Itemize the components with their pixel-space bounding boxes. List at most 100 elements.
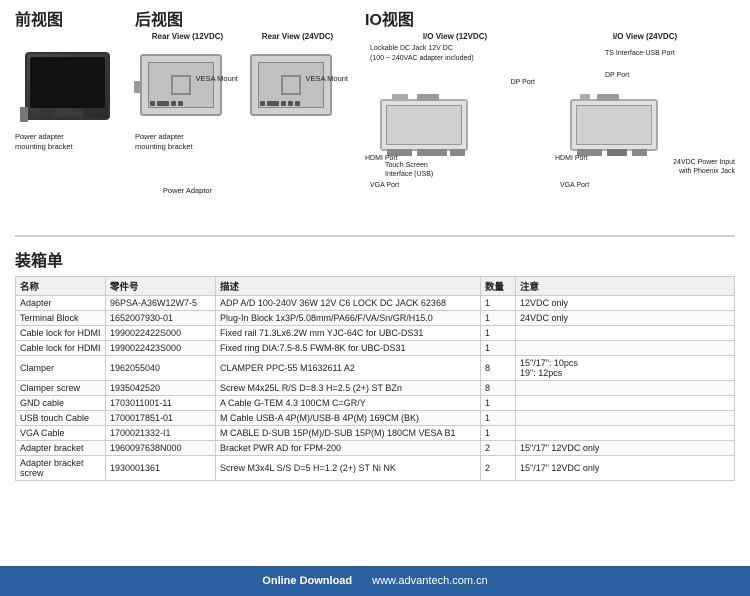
power-adaptor-label: Power Adaptor — [135, 186, 240, 195]
table-cell: Plug-In Block 1x3P/5.08mm/PA66/F/VA/Sn/G… — [216, 311, 481, 326]
vga-port-24-label: VGA Port — [560, 182, 589, 189]
table-cell: Screw M4x25L R/S D=8.3 H=2.5 (2+) ST BZn — [216, 381, 481, 396]
table-cell: Bracket PWR AD for FPM-200 — [216, 441, 481, 456]
table-cell: 1 — [481, 296, 516, 311]
table-cell: VGA Cable — [16, 426, 106, 441]
table-cell: 1 — [481, 396, 516, 411]
col-qty: 数量 — [481, 277, 516, 296]
io-device-body-12vdc — [380, 99, 468, 151]
io-24vdc-diagram: TS Interface-USB Port DP Port HDMI Port … — [555, 44, 735, 194]
table-row: Adapter bracket screw1930001361Screw M3x… — [16, 456, 735, 481]
io-device-body-24vdc — [570, 99, 658, 151]
touch-port-12vdc — [417, 149, 447, 156]
col-part: 零件号 — [106, 277, 216, 296]
table-cell: Cable lock for HDMI — [16, 341, 106, 356]
table-cell: Fixed rail 71.3Lx6.2W mm YJC-64C for UBC… — [216, 326, 481, 341]
touch-screen-label: Touch Screen Interface (USB) — [385, 161, 433, 179]
port-dot2 — [171, 101, 176, 106]
table-cell: Adapter — [16, 296, 106, 311]
vga-port-24vdc — [632, 149, 647, 156]
dp-port-24vdc — [597, 94, 619, 101]
front-view-diagram: Power adapter mounting bracket — [15, 32, 130, 212]
table-cell: 1703011001-11 — [106, 396, 216, 411]
io-device-12vdc — [380, 99, 468, 151]
table-cell: M CABLE D-SUB 15P(M)/D-SUB 15P(M) 180CM … — [216, 426, 481, 441]
section-divider — [15, 235, 735, 237]
table-cell: Clamper — [16, 356, 106, 381]
bracket-arm-left — [134, 81, 142, 93]
table-row: Terminal Block1652007930-01Plug-In Block… — [16, 311, 735, 326]
table-cell: 24VDC only — [516, 311, 735, 326]
power-adapter-mounting-label: Power adapter mounting bracket — [135, 132, 193, 152]
io-device-24vdc — [570, 99, 658, 151]
front-device — [25, 52, 110, 120]
front-view-column: 前视图 Power adapter mounting bracket — [15, 6, 130, 226]
table-cell: GND cable — [16, 396, 106, 411]
table-cell: Adapter bracket screw — [16, 456, 106, 481]
packing-table: 名称 零件号 描述 数量 注意 Adapter96PSA-A36W12W7-5A… — [15, 276, 735, 481]
table-cell: Adapter bracket — [16, 441, 106, 456]
table-cell — [516, 326, 735, 341]
io-12vdc-diagram: Lockable DC Jack 12V DC (100 ~ 240VAC ad… — [365, 44, 545, 194]
rear-24vdc-device — [250, 54, 332, 116]
table-cell: 2 — [481, 456, 516, 481]
table-cell: Fixed ring DIA:7.5-8.5 FWM-8K for UBC-DS… — [216, 341, 481, 356]
vga-port-12vdc — [450, 149, 465, 156]
table-cell — [516, 396, 735, 411]
port-d1 — [260, 101, 265, 106]
table-cell: 1935042520 — [106, 381, 216, 396]
table-header: 名称 零件号 描述 数量 注意 — [16, 277, 735, 296]
rear-24vdc-title: Rear View (24VDC) — [245, 32, 350, 41]
io-12vdc-title: I/O View (12VDC) — [365, 32, 545, 41]
table-row: Clamper screw1935042520Screw M4x25L R/S … — [16, 381, 735, 396]
header-row: 名称 零件号 描述 数量 注意 — [16, 277, 735, 296]
ts-port-24vdc — [580, 94, 590, 101]
table-row: Cable lock for HDMI1990022423S000Fixed r… — [16, 341, 735, 356]
table-row: GND cable1703011001-11A Cable G-TEM 4.3 … — [16, 396, 735, 411]
table-row: VGA Cable1700021332-I1M CABLE D-SUB 15P(… — [16, 426, 735, 441]
page-container: 前视图 Power adapter mounting bracket — [0, 0, 750, 596]
table-cell: 1960097638N000 — [106, 441, 216, 456]
footer-label: Online Download — [262, 575, 352, 587]
rear-12vdc-diagram: Power adapter mounting bracket VESA Moun… — [135, 44, 240, 184]
packing-list-section: 装箱单 名称 零件号 描述 数量 注意 Adapter96PSA-A36W12W… — [0, 242, 750, 566]
table-cell: Terminal Block — [16, 311, 106, 326]
front-device-body — [25, 52, 110, 120]
io-view-title: IO视图 — [365, 6, 735, 30]
rear-ports-12vdc — [150, 101, 183, 106]
table-cell: USB touch Cable — [16, 411, 106, 426]
io-device-face-12vdc — [386, 105, 462, 145]
diagram-section: 前视图 Power adapter mounting bracket — [0, 0, 750, 230]
table-cell: 1700021332-I1 — [106, 426, 216, 441]
io-device-face-24vdc — [576, 105, 652, 145]
dp-port-12vdc — [417, 94, 439, 101]
dp-port-24-label: DP Port — [605, 72, 629, 79]
table-cell: Screw M3x4L S/S D=5 H=1.2 (2+) ST Ni NK — [216, 456, 481, 481]
rear-view-column: 后视图 Rear View (12VDC) — [135, 6, 360, 226]
port-d3 — [288, 101, 293, 106]
table-cell: 15"/17" 12VDC only — [516, 441, 735, 456]
port-wide — [157, 101, 169, 106]
rear-diagrams: Rear View (12VDC) — [135, 32, 360, 195]
rear-24vdc-diagram: VESA Mount — [245, 44, 350, 184]
table-cell: 8 — [481, 381, 516, 396]
table-cell: Clamper screw — [16, 381, 106, 396]
front-view-title: 前视图 — [15, 6, 130, 30]
col-note: 注意 — [516, 277, 735, 296]
table-row: Cable lock for HDMI1990022422S000Fixed r… — [16, 326, 735, 341]
table-cell: CLAMPER PPC-55 M1632611 A2 — [216, 356, 481, 381]
table-row: Clamper1962055040CLAMPER PPC-55 M1632611… — [16, 356, 735, 381]
rear-12vdc-block: Rear View (12VDC) — [135, 32, 240, 195]
rear-device-24vdc — [250, 54, 332, 116]
table-cell: 1990022422S000 — [106, 326, 216, 341]
vesa-mount-24-label: VESA Mount — [305, 74, 348, 83]
ts-interface-label: TS Interface-USB Port — [605, 49, 675, 59]
power-adapter-label: Power adapter mounting bracket — [15, 132, 73, 152]
table-cell: 1700017851-01 — [106, 411, 216, 426]
vesa-indicator-12vdc — [171, 75, 191, 95]
vga-port-12-label: VGA Port — [370, 182, 399, 189]
rear-view-title: 后视图 — [135, 6, 360, 30]
table-cell: Cable lock for HDMI — [16, 326, 106, 341]
table-cell: 15"/17" 12VDC only — [516, 456, 735, 481]
front-device-bottom — [53, 109, 83, 117]
